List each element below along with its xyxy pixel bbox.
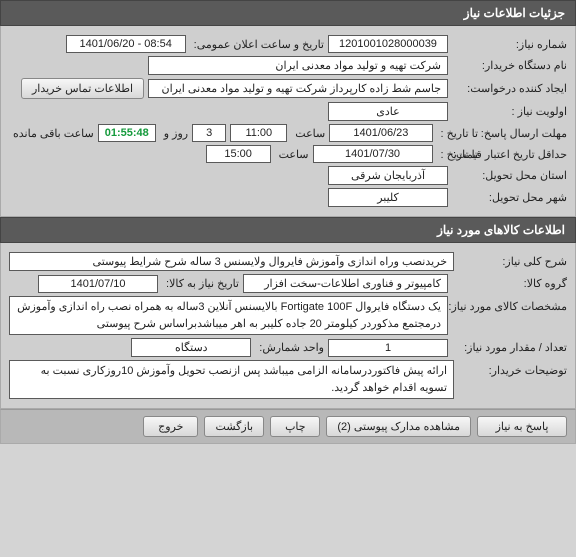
exit-button[interactable]: خروج xyxy=(143,416,198,437)
row-deadline: مهلت ارسال پاسخ: تا تاریخ : 1401/06/23 س… xyxy=(9,124,567,142)
row-city: شهر محل تحویل: کلیبر xyxy=(9,188,567,207)
spec-label: مشخصات کالای مورد نیاز: xyxy=(452,296,567,313)
footer-toolbar: پاسخ به نیاز مشاهده مدارک پیوستی (2) چاپ… xyxy=(0,409,576,444)
notes-field: ارائه پیش فاکتوردرسامانه الزامی میباشد پ… xyxy=(9,360,454,399)
spec-field: یک دستگاه فایروال Fortigate 100F بالایسن… xyxy=(9,296,448,335)
desc-label: شرح کلی نیاز: xyxy=(458,255,567,268)
city-label: شهر محل تحویل: xyxy=(452,191,567,204)
desc-field: خریدنصب وراه اندازی وآموزش فایروال ولایس… xyxy=(9,252,454,271)
validity-time-label: ساعت xyxy=(275,148,309,161)
row-desc: شرح کلی نیاز: خریدنصب وراه اندازی وآموزش… xyxy=(9,252,567,271)
number-label: شماره نیاز: xyxy=(452,38,567,51)
row-notes: توضیحات خریدار: ارائه پیش فاکتوردرسامانه… xyxy=(9,360,567,399)
days-unit-label: روز و xyxy=(160,127,188,140)
priority-label: اولویت نیاز : xyxy=(452,105,567,118)
need-details-header: جزئیات اطلاعات نیاز xyxy=(0,0,576,26)
province-field: آذربایجان شرقی xyxy=(328,166,448,185)
unit-label: واحد شمارش: xyxy=(255,341,324,354)
notes-label: توضیحات خریدار: xyxy=(458,360,567,377)
qty-field: 1 xyxy=(328,339,448,357)
to-date-label: تا تاریخ : xyxy=(437,127,478,140)
validity-to-date-label: تا تاریخ : xyxy=(437,148,478,161)
section1-title: جزئیات اطلاعات نیاز xyxy=(464,6,565,20)
print-button[interactable]: چاپ xyxy=(270,416,320,437)
need-date-label: تاریخ نیاز به کالا: xyxy=(162,277,239,290)
requester-label: ایجاد کننده درخواست: xyxy=(452,82,567,95)
row-group: گروه کالا: کامپیوتر و فناوری اطلاعات-سخت… xyxy=(9,274,567,293)
requester-field: جاسم شط زاده کارپرداز شرکت تهیه و تولید … xyxy=(148,79,448,98)
remain-label: ساعت باقی مانده xyxy=(9,127,94,140)
row-number: شماره نیاز: 1201001028000039 تاریخ و ساع… xyxy=(9,35,567,53)
row-priority: اولویت نیاز : عادی xyxy=(9,102,567,121)
number-field: 1201001028000039 xyxy=(328,35,448,53)
goods-info-header: اطلاعات کالاهای مورد نیاز xyxy=(0,217,576,243)
buyer-label: نام دستگاه خریدار: xyxy=(452,59,567,72)
qty-label: تعداد / مقدار مورد نیاز: xyxy=(452,341,567,354)
countdown-value: 01:55:48 xyxy=(105,127,149,139)
row-buyer: نام دستگاه خریدار: شرکت تهیه و تولید موا… xyxy=(9,56,567,75)
unit-field: دستگاه xyxy=(131,338,251,357)
days-field: 3 xyxy=(192,124,226,142)
deadline-time-field: 11:00 xyxy=(230,124,287,142)
goods-info-body: شرح کلی نیاز: خریدنصب وراه اندازی وآموزش… xyxy=(0,243,576,409)
validity-label: حداقل تاریخ اعتبار قیمت: xyxy=(482,148,567,161)
row-requester: ایجاد کننده درخواست: جاسم شط زاده کارپرد… xyxy=(9,78,567,99)
deadline-date-field: 1401/06/23 xyxy=(329,124,432,142)
view-attachments-button[interactable]: مشاهده مدارک پیوستی (2) xyxy=(326,416,471,437)
countdown-field: 01:55:48 xyxy=(98,124,156,142)
row-qty: تعداد / مقدار مورد نیاز: 1 واحد شمارش: د… xyxy=(9,338,567,357)
row-province: استان محل تحویل: آذربایجان شرقی xyxy=(9,166,567,185)
contact-buyer-button[interactable]: اطلاعات تماس خریدار xyxy=(21,78,144,99)
priority-field: عادی xyxy=(328,102,448,121)
deadline-label: مهلت ارسال پاسخ: xyxy=(482,127,567,140)
need-details-body: شماره نیاز: 1201001028000039 تاریخ و ساع… xyxy=(0,26,576,217)
back-button[interactable]: بازگشت xyxy=(204,416,264,437)
row-validity: حداقل تاریخ اعتبار قیمت: تا تاریخ : 1401… xyxy=(9,145,567,163)
row-spec: مشخصات کالای مورد نیاز: یک دستگاه فایروا… xyxy=(9,296,567,335)
announce-label: تاریخ و ساعت اعلان عمومی: xyxy=(190,38,324,51)
validity-date-field: 1401/07/30 xyxy=(313,145,433,163)
group-field: کامپیوتر و فناوری اطلاعات-سخت افزار xyxy=(243,274,448,293)
validity-time-field: 15:00 xyxy=(206,145,271,163)
deadline-time-label: ساعت xyxy=(291,127,325,140)
respond-button[interactable]: پاسخ به نیاز xyxy=(477,416,567,437)
need-date-field: 1401/07/10 xyxy=(38,275,158,293)
city-field: کلیبر xyxy=(328,188,448,207)
announce-field: 1401/06/20 - 08:54 xyxy=(66,35,186,53)
province-label: استان محل تحویل: xyxy=(452,169,567,182)
buyer-field: شرکت تهیه و تولید مواد معدنی ایران xyxy=(148,56,448,75)
group-label: گروه کالا: xyxy=(452,277,567,290)
section2-title: اطلاعات کالاهای مورد نیاز xyxy=(437,223,565,237)
